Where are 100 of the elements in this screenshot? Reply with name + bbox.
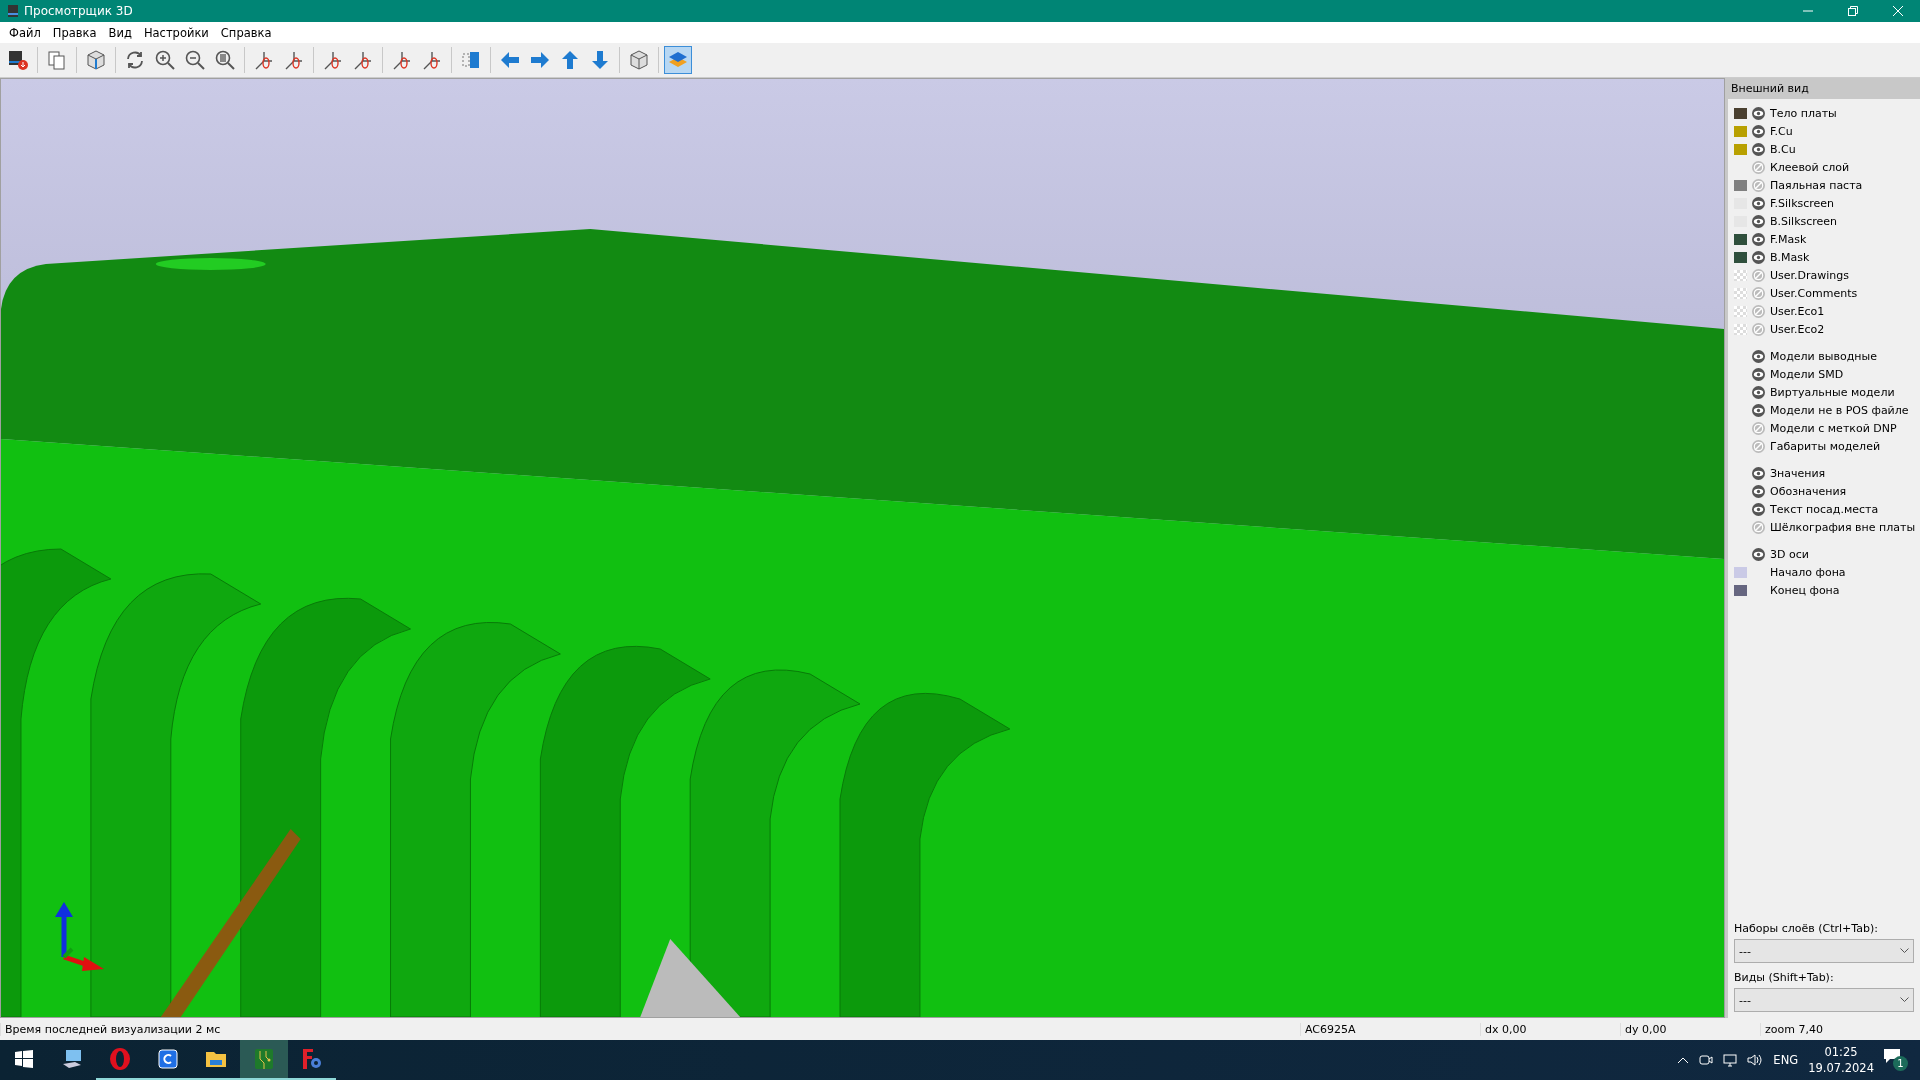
windows-icon [15, 1050, 33, 1068]
transparent-swatch[interactable] [1734, 305, 1747, 317]
color-swatch[interactable] [1734, 233, 1747, 245]
eye-icon[interactable] [1752, 106, 1765, 120]
color-swatch[interactable] [1734, 566, 1747, 578]
chevron-down-icon [1900, 948, 1909, 954]
cube-icon [628, 49, 650, 71]
eye-icon[interactable] [1752, 142, 1765, 156]
layer-label[interactable]: Начало фона [1770, 565, 1846, 579]
transparent-swatch[interactable] [1734, 269, 1747, 281]
layer-label[interactable]: User.Eco1 [1770, 304, 1825, 318]
arrow-right-icon [529, 49, 551, 71]
cube-icon [85, 49, 107, 71]
rotate-axis-icon [253, 49, 275, 71]
color-swatch[interactable] [1734, 179, 1747, 191]
layer-label[interactable]: Шёлкография вне платы [1770, 520, 1916, 534]
layer-label[interactable]: Текст посад.места [1770, 502, 1879, 516]
notification-button[interactable]: 1 [1884, 1049, 1908, 1071]
layer-label[interactable]: Модели SMD [1770, 367, 1844, 381]
preset-dropdown[interactable]: --- [1734, 939, 1914, 963]
layer-label[interactable]: Модели с меткой DNP [1770, 421, 1897, 435]
zoom-fit-icon [214, 49, 236, 71]
eye-icon[interactable] [1752, 124, 1765, 138]
eye-icon[interactable] [1752, 385, 1765, 399]
layer-label[interactable]: Габариты моделей [1770, 439, 1881, 453]
menu-item[interactable]: Правка [46, 25, 103, 40]
status-text: dy 0,00 [1620, 1022, 1760, 1036]
status-text: Время последней визуализации 2 мс [0, 1022, 1300, 1036]
layer-label[interactable]: User.Eco2 [1770, 322, 1825, 336]
field-label: Наборы слоёв (Ctrl+Tab): [1734, 922, 1879, 935]
zoom-out-icon [184, 49, 206, 71]
layer-label[interactable]: F.Cu [1770, 124, 1793, 138]
chat-icon [1884, 1049, 1900, 1063]
preset-dropdown[interactable]: --- [1734, 988, 1914, 1012]
eye-icon[interactable] [1752, 367, 1765, 381]
network-icon[interactable] [1723, 1053, 1738, 1067]
language-indicator[interactable]: ENG [1773, 1053, 1799, 1067]
chevron-up-icon[interactable] [1677, 1056, 1690, 1064]
layer-label[interactable]: Обозначения [1770, 484, 1847, 498]
menu-item[interactable]: Справка [214, 25, 278, 40]
eye-icon[interactable] [1752, 232, 1765, 246]
eye-icon[interactable] [1752, 403, 1765, 417]
transparent-swatch[interactable] [1734, 323, 1747, 335]
rotate-axis-icon [283, 49, 305, 71]
color-swatch[interactable] [1734, 584, 1747, 596]
color-swatch[interactable] [1734, 251, 1747, 263]
layer-label[interactable]: Клеевой слой [1770, 160, 1850, 174]
status-text: AC6925A [1300, 1022, 1480, 1036]
layer-label[interactable]: B.Silkscreen [1770, 214, 1838, 228]
eye-icon[interactable] [1752, 502, 1765, 516]
status-text: zoom 7,40 [1760, 1022, 1920, 1036]
layer-label[interactable]: B.Cu [1770, 142, 1796, 156]
chevron-down-icon [1900, 997, 1909, 1003]
clock-time[interactable]: 01:25 [1824, 1045, 1858, 1059]
eye-icon[interactable] [1752, 196, 1765, 210]
transparent-swatch[interactable] [1734, 287, 1747, 299]
eye-icon[interactable] [1752, 547, 1765, 561]
opera-icon [108, 1047, 132, 1071]
eye-icon[interactable] [1752, 214, 1765, 228]
layer-label[interactable]: User.Drawings [1770, 268, 1850, 282]
restore-icon[interactable] [1847, 6, 1858, 16]
zoom-in-icon [154, 49, 176, 71]
taskbar-app[interactable] [240, 1040, 288, 1080]
menu-item[interactable]: Настройки [137, 25, 215, 40]
color-swatch[interactable] [1734, 107, 1747, 119]
status-text: dx 0,00 [1480, 1022, 1620, 1036]
camera-icon[interactable] [1699, 1053, 1714, 1067]
color-swatch[interactable] [1734, 143, 1747, 155]
menu-item[interactable]: Файл [3, 25, 47, 40]
speaker-icon[interactable] [1747, 1053, 1764, 1067]
layer-label[interactable]: Виртуальные модели [1770, 385, 1895, 399]
layer-label[interactable]: Конец фона [1770, 583, 1840, 597]
notification-count: 1 [1893, 1056, 1908, 1071]
eye-icon[interactable] [1752, 466, 1765, 480]
layer-label[interactable]: B.Mask [1770, 250, 1810, 264]
rotate-axis-icon [322, 49, 344, 71]
eye-icon[interactable] [1752, 484, 1765, 498]
layer-label[interactable]: 3D оси [1770, 547, 1809, 561]
panel-title: Внешний вид [1728, 78, 1920, 99]
window-title: Просмотрщик 3D [23, 4, 134, 18]
c-app-icon [156, 1047, 180, 1071]
layer-label[interactable]: F.Silkscreen [1770, 196, 1835, 210]
layer-label[interactable]: Модели не в POS файле [1770, 403, 1909, 417]
menu-item[interactable]: Вид [102, 25, 138, 40]
layer-label[interactable]: User.Comments [1770, 286, 1858, 300]
close-icon[interactable] [1892, 6, 1903, 16]
clock-date[interactable]: 19.07.2024 [1808, 1061, 1874, 1075]
refresh-icon [124, 49, 146, 71]
layer-label[interactable]: F.Mask [1770, 232, 1807, 246]
layer-label[interactable]: Значения [1770, 466, 1826, 480]
rotate-axis-icon [352, 49, 374, 71]
layer-label[interactable]: Паяльная паста [1770, 178, 1863, 192]
rotate-axis-icon [421, 49, 443, 71]
layer-label[interactable]: Модели выводные [1770, 349, 1877, 363]
app-icon [6, 4, 20, 18]
color-swatch[interactable] [1734, 125, 1747, 137]
eye-icon[interactable] [1752, 250, 1765, 264]
layer-label[interactable]: Тело платы [1770, 106, 1837, 120]
eye-icon[interactable] [1752, 349, 1765, 363]
circuit-board-icon [252, 1047, 276, 1071]
